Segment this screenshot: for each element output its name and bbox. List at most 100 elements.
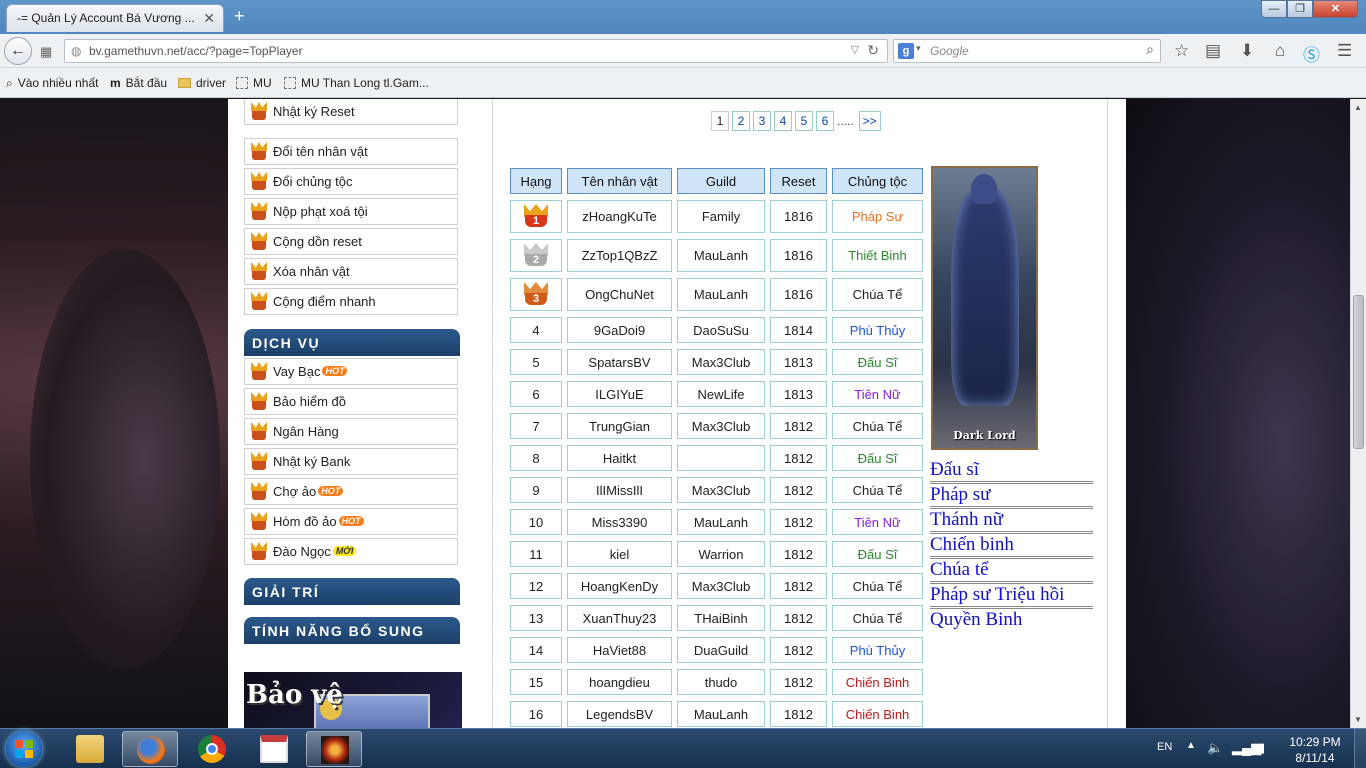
rank-number: 15 [528, 674, 544, 690]
page-link-3[interactable]: 3 [753, 111, 771, 131]
cell-rank: 8 [510, 445, 562, 471]
page-link-6[interactable]: 6 [816, 111, 834, 131]
cell-name[interactable]: HaViet88 [567, 637, 672, 663]
sidebar-item-6[interactable]: Cộng điểm nhanh [244, 288, 458, 315]
bookmark-most-visited[interactable]: ⌕ Vào nhiều nhất [6, 76, 98, 91]
start-button[interactable] [6, 731, 42, 767]
cell-name[interactable]: LegendsBV [567, 701, 672, 727]
bookmark-mu[interactable]: MU [236, 76, 272, 90]
promo-banner[interactable]: Bảo vệ [244, 672, 462, 728]
service-item-4[interactable]: Chợ ảo HOT [244, 478, 458, 505]
bookmark-star-icon[interactable]: ☆ [1174, 41, 1189, 61]
minimize-button[interactable]: — [1261, 0, 1287, 18]
section-entertainment[interactable]: GIẢI TRÍ [244, 578, 460, 605]
scrollbar-thumb[interactable] [1353, 295, 1364, 449]
page-link-1[interactable]: 1 [711, 111, 729, 131]
scroll-down-icon[interactable]: ▼ [1354, 715, 1362, 724]
rank-medal-icon: 2 [521, 242, 551, 266]
page-scrollbar[interactable]: ▲ ▼ [1350, 99, 1366, 728]
page-link-4[interactable]: 4 [774, 111, 792, 131]
clock-time[interactable]: 10:29 PM [1280, 734, 1350, 750]
cell-name[interactable]: ILGIYuE [567, 381, 672, 407]
battery-icon[interactable]: ▮ [1258, 740, 1265, 756]
url-dropdown-icon[interactable]: ▽ [851, 43, 859, 56]
sidebar-item-0[interactable]: Nhật ký Reset [244, 99, 458, 125]
new-tab-icon[interactable]: + [234, 6, 245, 27]
class-link-5[interactable]: Pháp sư Triệu hồi [930, 584, 1093, 609]
clock-date[interactable]: 8/11/14 [1280, 750, 1350, 766]
close-window-button[interactable]: ✕ [1313, 0, 1358, 18]
class-link-4[interactable]: Chúa tể [930, 559, 1093, 584]
cell-name[interactable]: Haitkt [567, 445, 672, 471]
maximize-button[interactable]: ❐ [1287, 0, 1313, 18]
cell-name[interactable]: 9GaDoi9 [567, 317, 672, 343]
network-signal-icon[interactable]: ▂▄▆ [1232, 740, 1261, 756]
section-services[interactable]: DỊCH VỤ [244, 329, 460, 356]
cell-name[interactable]: ZzTop1QBzZ [567, 239, 672, 272]
service-item-0[interactable]: Vay Bạc HOT [244, 358, 458, 385]
tab-close-icon[interactable]: ✕ [203, 10, 215, 27]
taskbar-app-calendar[interactable] [246, 731, 302, 767]
page-link-2[interactable]: 2 [732, 111, 750, 131]
skype-icon[interactable]: Ⓢ [1303, 41, 1320, 66]
taskbar-game-launcher[interactable] [306, 731, 362, 767]
cell-name[interactable]: hoangdieu [567, 669, 672, 695]
cell-name[interactable]: HoangKenDy [567, 573, 672, 599]
service-item-6[interactable]: Đào Ngọc MỚI [244, 538, 458, 565]
next-page-link[interactable]: >> [858, 111, 881, 131]
page-grid-icon[interactable]: ▦ [40, 44, 52, 60]
sidebar-item-3[interactable]: Nộp phạt xoá tội [244, 198, 458, 225]
cell-name[interactable]: SpatarsBV [567, 349, 672, 375]
dark-lord-portrait[interactable]: Dark Lord [931, 166, 1038, 450]
back-button[interactable]: ← [4, 37, 32, 65]
reload-icon[interactable]: ↻ [867, 42, 879, 59]
search-icon[interactable]: ⌕ [1146, 41, 1154, 58]
url-bar[interactable]: ◍ bv.gamethuvn.net/acc/?page=TopPlayer ▽… [64, 39, 888, 63]
class-link-2[interactable]: Thánh nữ [930, 509, 1093, 534]
search-engine-dropdown-icon[interactable]: ▾ [916, 43, 921, 54]
service-item-5[interactable]: Hòm đồ ảo HOT [244, 508, 458, 535]
cell-name[interactable]: IlIMissIlI [567, 477, 672, 503]
table-row: 4 9GaDoi9 DaoSuSu 1814 Phù Thủy [510, 317, 923, 343]
taskbar-firefox[interactable] [122, 731, 178, 767]
sidebar-item-1[interactable]: Đổi tên nhân vật [244, 138, 458, 165]
cell-rank: 16 [510, 701, 562, 727]
volume-icon[interactable]: 🔈 [1207, 740, 1223, 756]
bookmark-getting-started[interactable]: m Bắt đầu [110, 76, 167, 90]
page-link-5[interactable]: 5 [795, 111, 813, 131]
browser-tab[interactable]: -= Quản Lý Account Bá Vương ... ✕ [6, 4, 224, 32]
cell-name[interactable]: kiel [567, 541, 672, 567]
search-bar[interactable]: g ▾ Google ⌕ [893, 39, 1161, 63]
menu-icon[interactable]: ☰ [1337, 41, 1352, 61]
bookmarks-list-icon[interactable]: ▤ [1205, 41, 1221, 61]
service-item-2[interactable]: Ngân Hàng [244, 418, 458, 445]
sidebar-item-2[interactable]: Đổi chủng tộc [244, 168, 458, 195]
taskbar-explorer[interactable] [62, 731, 118, 767]
class-link-0[interactable]: Đấu sĩ [930, 459, 1093, 484]
sidebar-item-4[interactable]: Cộng dồn reset [244, 228, 458, 255]
table-row: 1 zHoangKuTe Family 1816 Pháp Sư [510, 200, 923, 233]
class-link-3[interactable]: Chiến binh [930, 534, 1093, 559]
bookmark-mu-than-long[interactable]: MU Than Long tl.Gam... [284, 76, 429, 90]
tray-expand-icon[interactable]: ▲ [1186, 740, 1196, 751]
language-indicator[interactable]: EN [1157, 741, 1172, 753]
cell-name[interactable]: TrungGian [567, 413, 672, 439]
class-link-1[interactable]: Pháp sư [930, 484, 1093, 509]
cell-name[interactable]: XuanThuy23 [567, 605, 672, 631]
taskbar-chrome[interactable] [184, 731, 240, 767]
scroll-up-icon[interactable]: ▲ [1354, 103, 1362, 112]
sidebar-item-5[interactable]: Xóa nhân vật [244, 258, 458, 285]
service-item-1[interactable]: Bảo hiểm đồ [244, 388, 458, 415]
section-features[interactable]: TÍNH NĂNG BỔ SUNG [244, 617, 460, 644]
bookmark-driver[interactable]: driver [178, 76, 226, 90]
cell-name[interactable]: Miss3390 [567, 509, 672, 535]
show-desktop-button[interactable] [1354, 729, 1366, 768]
content-container: Nhật ký Reset Đổi tên nhân vật Đổi chủng t… [228, 99, 1126, 728]
home-icon[interactable]: ⌂ [1275, 41, 1285, 61]
url-text: bv.gamethuvn.net/acc/?page=TopPlayer [89, 44, 303, 58]
class-link-6[interactable]: Quyền Binh [930, 609, 1093, 634]
cell-name[interactable]: zHoangKuTe [567, 200, 672, 233]
cell-name[interactable]: OngChuNet [567, 278, 672, 311]
download-icon[interactable]: ⬇ [1240, 41, 1254, 61]
service-item-3[interactable]: Nhật ký Bank [244, 448, 458, 475]
